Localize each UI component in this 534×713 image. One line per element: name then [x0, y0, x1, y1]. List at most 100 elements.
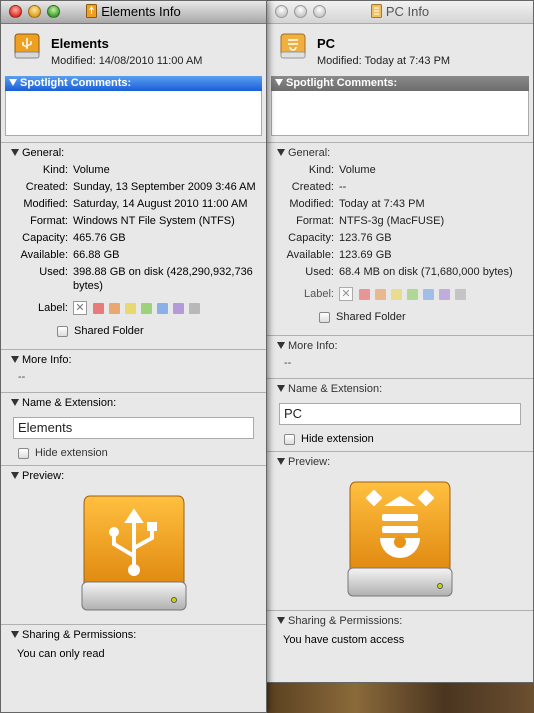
modified-key: Modified: [289, 198, 334, 210]
preview-section-header[interactable]: Preview: [267, 452, 533, 472]
sharing-value: You can only read [17, 648, 105, 660]
disclosure-triangle-icon[interactable] [275, 79, 283, 86]
disclosure-triangle-icon[interactable] [277, 385, 285, 392]
used-row: Used: 68.4 MB on disk (71,680,000 bytes) [267, 265, 533, 279]
name-field[interactable]: PC [279, 403, 521, 425]
shared-folder-row[interactable]: Shared Folder [1, 325, 266, 337]
created-key: Created: [25, 181, 68, 193]
format-value: Windows NT File System (NTFS) [73, 215, 235, 227]
label-swatch-red[interactable] [359, 288, 370, 300]
used-value: 68.4 MB on disk (71,680,000 bytes) [339, 266, 513, 278]
format-row: Format: NTFS-3g (MacFUSE) [267, 214, 533, 228]
label-swatch-green[interactable] [141, 302, 152, 314]
preview-area [1, 486, 266, 624]
disclosure-triangle-icon[interactable] [11, 472, 19, 479]
disclosure-triangle-icon[interactable] [11, 399, 19, 406]
label-swatch-yellow[interactable] [125, 302, 136, 314]
no-label-button[interactable]: ✕ [339, 287, 353, 301]
sharing-section-header[interactable]: Sharing & Permissions: [267, 611, 533, 631]
used-value: 398.88 GB on disk (428,290,932,736 bytes… [73, 266, 253, 292]
hide-extension-row[interactable]: Hide extension [267, 433, 533, 445]
modified-value: Saturday, 14 August 2010 11:00 AM [73, 198, 248, 210]
name-extension-section-header[interactable]: Name & Extension: [1, 393, 266, 413]
more-info-value: -- [284, 357, 292, 369]
general-section-header[interactable]: General: [1, 143, 266, 163]
disclosure-triangle-icon[interactable] [277, 149, 285, 156]
hide-extension-row[interactable]: Hide extension [1, 447, 266, 459]
more-info-section-header[interactable]: More Info: [267, 336, 533, 356]
general-section-header[interactable]: General: [267, 143, 533, 163]
disclosure-triangle-icon[interactable] [9, 79, 17, 86]
shared-folder-checkbox[interactable] [57, 325, 68, 337]
label-swatch-blue[interactable] [157, 302, 168, 314]
name-field[interactable]: Elements [13, 417, 254, 439]
disclosure-triangle-icon[interactable] [11, 356, 19, 363]
firewire-drive-icon [347, 481, 453, 597]
capacity-value: 465.76 GB [73, 232, 126, 244]
usb-drive-icon [14, 33, 40, 59]
format-row: Format: Windows NT File System (NTFS) [1, 214, 266, 228]
elements-info-window: Elements Info Elements Modified: 14/08/2… [0, 0, 267, 713]
spotlight-comments-field[interactable] [5, 91, 262, 136]
item-modified: Modified: 14/08/2010 11:00 AM [51, 55, 203, 67]
sharing-value: You have custom access [283, 634, 405, 646]
label-swatch-blue[interactable] [423, 288, 434, 300]
label-swatch-gray[interactable] [189, 302, 200, 314]
pc-info-window: PC Info PC Modified: Today at 7:43 PM Sp… [266, 0, 534, 683]
info-header: PC Modified: Today at 7:43 PM [267, 24, 533, 74]
label-swatch-purple[interactable] [439, 288, 450, 300]
used-row: Used: 398.88 GB on disk (428,290,932,736 … [1, 265, 266, 293]
created-key: Created: [291, 181, 334, 193]
spotlight-comments-label: Spotlight Comments: [20, 77, 132, 89]
modified-row: Modified: Saturday, 14 August 2010 11:00 … [1, 197, 266, 211]
shared-folder-label: Shared Folder [74, 325, 144, 337]
spotlight-comments-field[interactable] [271, 91, 529, 136]
label-row: Label: ✕ [1, 301, 266, 315]
label-swatch-yellow[interactable] [391, 288, 402, 300]
shared-folder-row[interactable]: Shared Folder [267, 311, 533, 323]
available-row: Available: 123.69 GB [267, 248, 533, 262]
usb-drive-icon [81, 495, 186, 611]
spotlight-comments-header[interactable]: Spotlight Comments: [5, 76, 262, 91]
kind-value: Volume [339, 164, 376, 176]
sharing-label: Sharing & Permissions: [288, 615, 403, 627]
preview-area [267, 472, 533, 610]
disclosure-triangle-icon[interactable] [11, 631, 19, 638]
firewire-drive-icon [280, 33, 306, 59]
drive-icon [370, 4, 382, 18]
used-key: Used: [39, 266, 68, 278]
label-swatch-green[interactable] [407, 288, 418, 300]
available-value: 123.69 GB [339, 249, 392, 261]
disclosure-triangle-icon[interactable] [11, 149, 19, 156]
created-row: Created: Sunday, 13 September 2009 3:46 A… [1, 180, 266, 194]
label-swatch-red[interactable] [93, 302, 104, 314]
capacity-key: Capacity: [22, 232, 68, 244]
label-swatch-orange[interactable] [109, 302, 120, 314]
hide-extension-checkbox[interactable] [18, 447, 29, 459]
label-swatch-purple[interactable] [173, 302, 184, 314]
label-swatch-gray[interactable] [455, 288, 466, 300]
sharing-section-header[interactable]: Sharing & Permissions: [1, 625, 266, 645]
kind-key: Kind: [42, 164, 68, 176]
hide-extension-checkbox[interactable] [284, 433, 295, 445]
disclosure-triangle-icon[interactable] [277, 458, 285, 465]
shared-folder-checkbox[interactable] [319, 311, 330, 323]
title-bar[interactable]: PC Info [267, 1, 533, 24]
label-key: Label: [304, 288, 334, 300]
disclosure-triangle-icon[interactable] [277, 617, 285, 624]
available-key: Available: [286, 249, 335, 261]
label-swatch-orange[interactable] [375, 288, 386, 300]
more-info-value: -- [18, 371, 26, 383]
preview-section-header[interactable]: Preview: [1, 466, 266, 486]
disclosure-triangle-icon[interactable] [277, 342, 285, 349]
name-extension-label: Name & Extension: [288, 383, 383, 395]
title-bar[interactable]: Elements Info [1, 1, 266, 24]
label-key: Label: [38, 302, 68, 314]
general-info: Kind: Volume Created: Sunday, 13 September… [1, 163, 266, 349]
spotlight-comments-header[interactable]: Spotlight Comments: [271, 76, 529, 91]
capacity-value: 123.76 GB [339, 232, 392, 244]
more-info-label: More Info: [22, 354, 72, 366]
name-extension-section-header[interactable]: Name & Extension: [267, 379, 533, 399]
no-label-button[interactable]: ✕ [73, 301, 87, 315]
more-info-section-header[interactable]: More Info: [1, 350, 266, 370]
